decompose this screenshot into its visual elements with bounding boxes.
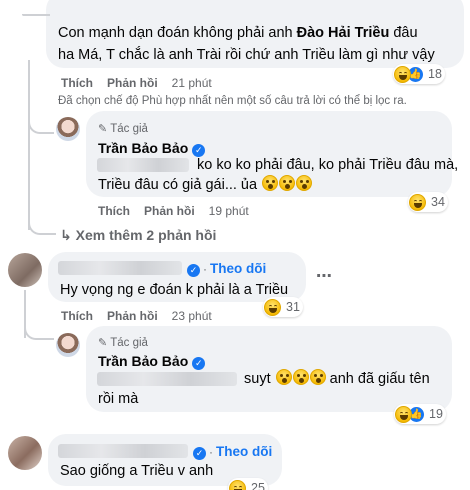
wow-emoji-icon (292, 369, 309, 385)
follow-button[interactable]: Theo dõi (210, 261, 266, 276)
like-button[interactable]: Thích (61, 76, 93, 90)
more-options-icon[interactable]: ⋯ (316, 266, 333, 286)
reaction-count: 34 (431, 195, 445, 209)
wow-emoji-icon (262, 175, 279, 191)
pencil-icon: ✎ (98, 337, 108, 349)
verified-badge-icon: ✓ (192, 357, 206, 370)
verified-badge-icon: ✓ (187, 264, 200, 277)
author-name[interactable]: Trần Bảo Bảo ✓ (98, 140, 206, 157)
reply-button[interactable]: Phản hồi (107, 309, 158, 323)
comment-2-actions: Thích Phản hồi 23 phút (61, 309, 226, 323)
comment-1-line-2: ha Má, T chắc là anh Trài rồi chứ anh Tr… (58, 47, 435, 63)
wow-emoji-icon (296, 175, 313, 191)
comment-1-reactions[interactable]: 👍 18 (393, 64, 445, 84)
comment-2-reactions[interactable]: 31 (263, 297, 303, 317)
reply-1-line-2: Triều đâu có giả gái... ủa (98, 175, 313, 195)
reply-1-actions: Thích Phản hồi 19 phút (98, 204, 263, 218)
avatar[interactable] (8, 436, 42, 470)
timestamp: 19 phút (208, 204, 249, 218)
reply-button[interactable]: Phản hồi (144, 204, 195, 218)
tagged-name[interactable]: Đào Hải Triều (297, 25, 390, 41)
blurred-mention (97, 372, 237, 386)
thread-line (22, 14, 50, 16)
author-name[interactable]: Trần Bảo Bảo ✓ (98, 353, 206, 370)
haha-reaction-icon (395, 405, 412, 423)
reaction-count: 31 (286, 300, 300, 314)
reply-button[interactable]: Phản hồi (107, 76, 158, 90)
haha-reaction-icon (394, 65, 411, 83)
avatar[interactable] (56, 117, 80, 141)
timestamp: 23 phút (171, 309, 212, 323)
wow-emoji-icon (309, 369, 326, 385)
reply-arrow-icon: ↳ (60, 227, 72, 243)
follow-button[interactable]: Theo dõi (216, 444, 272, 459)
comment-2-header: ✓ · Theo dõi (183, 260, 266, 278)
avatar[interactable] (8, 253, 42, 287)
wow-emoji-icon (275, 369, 292, 385)
comment-1-actions: Thích Phản hồi 21 phút (61, 76, 226, 90)
haha-reaction-icon (409, 193, 426, 211)
wow-emoji-icon (279, 175, 296, 191)
avatar[interactable] (56, 333, 80, 357)
reaction-count: 25 (251, 481, 265, 490)
reaction-count: 19 (429, 407, 443, 421)
comment-3-text: Sao giống a Triều v anh (60, 463, 214, 479)
like-button[interactable]: Thích (61, 309, 93, 323)
verified-badge-icon: ✓ (193, 447, 206, 460)
haha-reaction-icon (229, 479, 246, 490)
filter-notice: Đã chọn chế độ Phù hợp nhất nên một số c… (58, 95, 407, 107)
comment-2-text: Hy vọng ng e đoán k phải là a Triều (60, 282, 289, 298)
blurred-name (58, 444, 188, 458)
reply-1-reactions[interactable]: 34 (408, 192, 448, 212)
thread-line (28, 110, 54, 134)
comment-3-reactions[interactable]: 25 (228, 478, 268, 490)
reply-2-line-1: suyt anh đã giấu tên (244, 369, 430, 387)
haha-reaction-icon (264, 298, 281, 316)
reply-2-reactions[interactable]: 👍 19 (394, 404, 446, 424)
timestamp: 21 phút (171, 76, 212, 90)
like-button[interactable]: Thích (98, 204, 130, 218)
blurred-name (58, 261, 182, 275)
reply-2-line-2: rồi mà (98, 391, 139, 407)
reaction-count: 18 (428, 67, 442, 81)
author-tag: ✎ Tác giả (98, 337, 148, 349)
pencil-icon: ✎ (98, 123, 108, 135)
thread-line (28, 60, 30, 230)
comment-3-header: ✓ · Theo dõi (189, 443, 272, 461)
thread-line (24, 320, 54, 340)
author-tag: ✎ Tác giả (98, 123, 148, 135)
blurred-mention (97, 158, 189, 172)
thread-line (28, 215, 56, 235)
view-more-replies-link[interactable]: ↳ Xem thêm 2 phản hồi (60, 227, 216, 244)
comment-1-line-1: Con mạnh dạn đoán không phải anh Đào Hải… (58, 25, 418, 41)
reply-1-line-1: ko ko ko phải đâu, ko phải Triều đâu mà, (197, 157, 459, 173)
